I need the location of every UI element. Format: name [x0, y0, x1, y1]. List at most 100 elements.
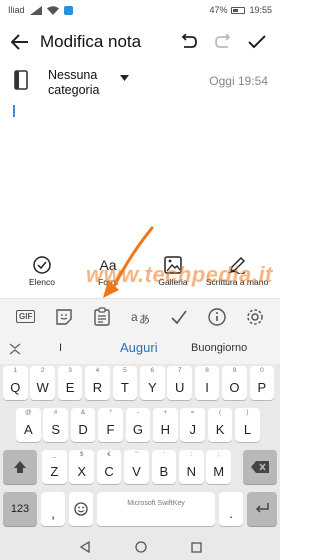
key-p[interactable]: 0P	[249, 366, 275, 400]
key-label: W	[36, 380, 49, 395]
key-hint: _	[52, 451, 57, 458]
notebook-icon	[14, 70, 28, 90]
key-u[interactable]: 7U	[167, 366, 192, 400]
key-hint: 6	[150, 367, 155, 374]
key-d[interactable]: & D	[70, 408, 96, 442]
key-label: C	[104, 464, 114, 479]
key-b[interactable]: ' B	[151, 450, 177, 484]
tool-checklist[interactable]: Elenco	[7, 256, 77, 287]
suggestion-strip: I Auguri Buongiorno	[0, 334, 280, 364]
nav-back-icon[interactable]	[79, 541, 91, 553]
key-hint: 1	[13, 367, 18, 374]
nav-recents-icon[interactable]	[190, 541, 202, 553]
suggestion-center[interactable]: Auguri	[120, 340, 158, 355]
clipboard-icon[interactable]	[93, 307, 110, 326]
shift-icon	[14, 461, 26, 473]
caret-down-icon[interactable]	[120, 75, 129, 81]
key-c[interactable]: € C	[96, 450, 122, 484]
suggestion-left[interactable]: I	[59, 342, 62, 354]
key-label: O	[229, 380, 240, 395]
key-a[interactable]: @ A	[16, 408, 41, 442]
key-label: F	[106, 422, 115, 437]
tool-checklist-label: Elenco	[29, 277, 55, 287]
comma-key[interactable]: ,	[41, 492, 65, 526]
space-key[interactable]: Microsoft SwiftKey	[97, 492, 215, 526]
key-hint: :	[190, 451, 193, 458]
key-label: B	[159, 464, 169, 479]
backspace-key[interactable]	[243, 450, 277, 484]
shift-key[interactable]	[3, 450, 37, 484]
notification-app-icon	[63, 5, 73, 15]
key-k[interactable]: (K	[207, 408, 233, 442]
key-i[interactable]: 8I	[194, 366, 220, 400]
translate-icon[interactable]: aあ	[130, 308, 150, 326]
period-key-label: .	[229, 506, 233, 521]
key-hint: =	[190, 409, 195, 416]
key-g[interactable]: -G	[125, 408, 151, 442]
key-hint: €	[107, 451, 111, 458]
settings-icon[interactable]	[246, 308, 264, 326]
symbols-key[interactable]: 123	[3, 492, 37, 526]
key-label: M	[213, 464, 225, 479]
key-hint: 3	[68, 367, 72, 374]
app-bar: Modifica nota	[0, 26, 280, 58]
nav-home-icon[interactable]	[134, 541, 147, 553]
key-label: K	[215, 422, 225, 437]
key-hint: +	[163, 409, 168, 416]
emoji-key[interactable]	[69, 492, 93, 526]
note-date: Oggi 19:54	[209, 74, 268, 88]
note-meta: Nessuna categoria Oggi 19:54	[0, 66, 280, 102]
key-w[interactable]: 2W	[30, 366, 55, 400]
arrow-left-icon[interactable]	[11, 34, 29, 50]
text-cursor[interactable]	[13, 105, 15, 117]
page-title: Modifica nota	[40, 32, 142, 51]
carrier-label: Iliad	[8, 5, 25, 15]
key-t[interactable]: 5T	[112, 366, 138, 400]
key-hint: @	[24, 409, 32, 416]
key-hint: 5	[123, 367, 127, 374]
battery-icon	[231, 6, 246, 14]
key-o[interactable]: 9O	[222, 366, 247, 400]
key-l[interactable]: ) L	[235, 408, 260, 442]
key-label: G	[132, 422, 143, 437]
checkmark-icon[interactable]	[248, 34, 266, 50]
key-j[interactable]: = J	[180, 408, 205, 442]
key-label: T	[120, 380, 129, 395]
key-m[interactable]: ; M	[206, 450, 231, 484]
key-f[interactable]: * F	[98, 408, 123, 442]
key-hint: 4	[95, 367, 100, 374]
key-e[interactable]: 3E	[57, 366, 83, 400]
battery-percent: 47%	[209, 5, 228, 15]
key-hint: ;	[217, 451, 220, 458]
key-r[interactable]: 4R	[85, 366, 110, 400]
key-x[interactable]: $ X	[69, 450, 94, 484]
key-n[interactable]: :N	[179, 450, 204, 484]
keyboard-toolbar: GIF aあ	[0, 298, 280, 334]
redo-icon[interactable]	[214, 34, 232, 50]
key-hint: "	[135, 451, 138, 458]
key-hint: 7	[177, 367, 182, 374]
key-label: X	[77, 464, 87, 479]
info-icon[interactable]	[208, 307, 226, 326]
key-v[interactable]: " V	[124, 450, 149, 484]
period-key[interactable]: .	[219, 492, 243, 526]
suggestion-right[interactable]: Buongiorno	[191, 342, 247, 354]
key-hint: 8	[205, 367, 209, 374]
key-label: U	[174, 380, 185, 395]
key-y[interactable]: 6Y	[140, 366, 165, 400]
key-hint: #	[53, 409, 58, 416]
sticker-icon[interactable]	[55, 308, 73, 326]
collapse-toolbar-icon[interactable]	[0, 343, 30, 355]
key-s[interactable]: # S	[43, 408, 68, 442]
key-q[interactable]: 1Q	[3, 366, 28, 400]
key-label: S	[51, 422, 61, 437]
key-z[interactable]: _ Z	[42, 450, 67, 484]
gif-button[interactable]: GIF	[16, 310, 36, 323]
category-selector[interactable]: Nessuna categoria	[48, 68, 118, 98]
key-h[interactable]: + H	[153, 408, 178, 442]
checkmark-pen-icon[interactable]	[170, 308, 188, 326]
clock: 19:55	[249, 5, 272, 15]
enter-key[interactable]	[247, 492, 277, 526]
undo-icon[interactable]	[180, 34, 198, 50]
key-hint: '	[163, 451, 165, 458]
